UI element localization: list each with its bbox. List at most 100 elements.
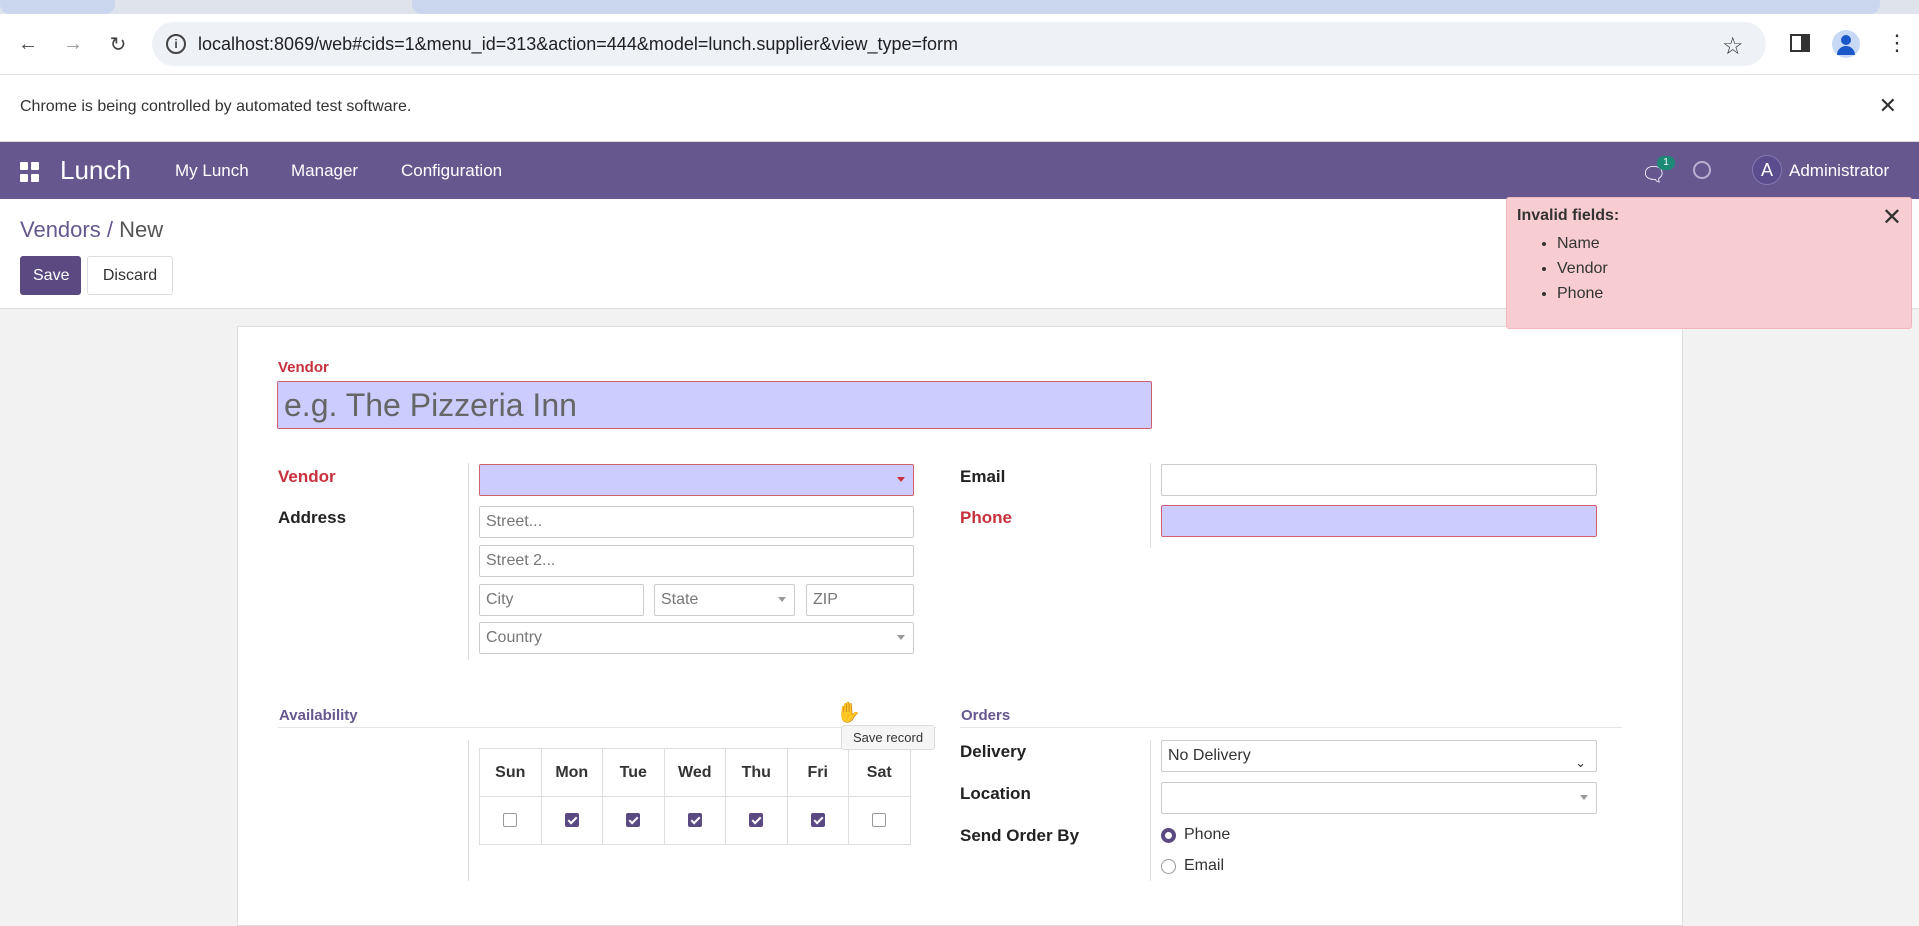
availability-days-table: Sun Mon Tue Wed Thu Fri Sat [479,748,911,845]
day-checkbox[interactable] [626,813,641,828]
breadcrumb-separator: / [100,217,120,242]
day-header: Mon [540,748,603,797]
browser-tab[interactable] [412,0,1880,14]
dropdown-caret-icon [1580,795,1588,800]
address-label: Address [278,508,347,527]
site-info-icon[interactable]: i [166,34,186,54]
day-cell [786,796,849,845]
apps-menu-icon[interactable] [20,162,40,182]
breadcrumb-vendors-link[interactable]: Vendors [20,217,101,242]
day-cell [663,796,726,845]
send-order-by-label: Send Order By [960,826,1080,845]
email-label: Email [960,467,1006,486]
user-menu[interactable]: Administrator [1789,161,1889,181]
close-icon[interactable]: ✕ [1882,203,1902,232]
menu-my-lunch[interactable]: My Lunch [175,161,249,181]
forward-icon[interactable]: → [57,28,89,60]
activity-clock-icon[interactable] [1693,161,1711,179]
day-checkbox[interactable] [687,813,702,828]
delivery-select[interactable]: No Delivery ⌄ [1161,740,1597,772]
save-record-tooltip: Save record [841,725,935,750]
orders-section-title: Orders [961,707,1011,724]
discard-button[interactable]: Discard [87,256,173,295]
street-input[interactable]: Street... [479,506,914,538]
day-header: Wed [663,748,726,797]
vendor-name-label: Vendor [278,359,329,376]
notification-title: Invalid fields: [1517,207,1620,224]
day-header: Sat [848,748,911,797]
day-header: Sun [479,748,542,797]
infobar-message: Chrome is being controlled by automated … [20,98,412,115]
vendor-label: Vendor [278,467,336,486]
browser-tab[interactable] [0,0,115,14]
invalid-fields-list: Name Vendor Phone [1557,231,1608,306]
top-navbar: Lunch My Lunch Manager Configuration 🗨 1… [0,142,1919,199]
day-cell [479,796,542,845]
browser-menu-icon[interactable]: ⋮ [1886,30,1908,56]
menu-configuration[interactable]: Configuration [401,161,502,181]
send-by-phone-label: Phone [1184,826,1231,843]
automation-infobar: Chrome is being controlled by automated … [0,74,1919,142]
dropdown-caret-icon [897,635,905,640]
street2-input[interactable]: Street 2... [479,545,914,577]
email-input[interactable] [1161,464,1597,496]
day-header: Tue [602,748,665,797]
day-cell [602,796,665,845]
location-select[interactable] [1161,782,1597,814]
address-bar[interactable]: i localhost:8069/web#cids=1&menu_id=313&… [152,22,1766,66]
vendor-select[interactable] [479,464,914,496]
day-checkbox[interactable] [564,813,579,828]
save-button[interactable]: Save [20,256,81,295]
day-cell [725,796,788,845]
field-separator [1150,740,1151,881]
app-brand[interactable]: Lunch [60,155,131,186]
message-count-badge: 1 [1657,156,1675,170]
zip-input[interactable]: ZIP [806,584,914,616]
vendor-name-input[interactable]: e.g. The Pizzeria Inn [277,381,1152,429]
day-header: Thu [725,748,788,797]
dropdown-caret-icon [778,597,786,602]
reload-icon[interactable]: ↻ [102,28,134,60]
day-checkbox[interactable] [503,813,518,828]
bookmark-star-icon[interactable]: ☆ [1722,32,1744,61]
side-panel-icon[interactable] [1790,34,1810,52]
city-input[interactable]: City [479,584,644,616]
back-icon[interactable]: ← [12,28,44,60]
breadcrumb: Vendors / New [20,217,163,243]
user-avatar[interactable]: A [1752,155,1782,185]
field-separator [1150,463,1151,548]
day-checkbox[interactable] [872,813,887,828]
menu-manager[interactable]: Manager [291,161,358,181]
field-separator [468,740,469,881]
section-divider [960,727,1622,728]
send-by-phone-radio[interactable] [1161,828,1176,843]
dropdown-caret-icon [897,477,905,482]
send-by-email-radio[interactable] [1161,859,1176,874]
delivery-value: No Delivery [1168,747,1251,764]
availability-section-title: Availability [279,707,358,724]
close-icon[interactable]: ✕ [1879,93,1897,119]
invalid-field-item: Vendor [1557,256,1608,281]
profile-avatar-icon[interactable] [1832,30,1860,58]
country-select[interactable]: Country [479,622,914,654]
invalid-field-item: Name [1557,231,1608,256]
day-checkbox[interactable] [810,813,825,828]
delivery-label: Delivery [960,742,1027,761]
section-divider [278,727,936,728]
day-cell [540,796,603,845]
state-select[interactable]: State [654,584,795,616]
hand-cursor-icon: ✋ [836,702,861,724]
state-placeholder: State [661,591,699,608]
invalid-field-item: Phone [1557,281,1608,306]
day-header: Fri [786,748,849,797]
send-by-email-label: Email [1184,857,1225,874]
field-separator [468,463,469,660]
chevron-down-icon: ⌄ [1575,755,1586,770]
phone-label: Phone [960,508,1012,527]
day-checkbox[interactable] [749,813,764,828]
location-label: Location [960,784,1031,803]
breadcrumb-current: New [119,217,164,242]
country-placeholder: Country [486,629,543,646]
phone-input[interactable] [1161,505,1597,537]
day-cell [848,796,911,845]
